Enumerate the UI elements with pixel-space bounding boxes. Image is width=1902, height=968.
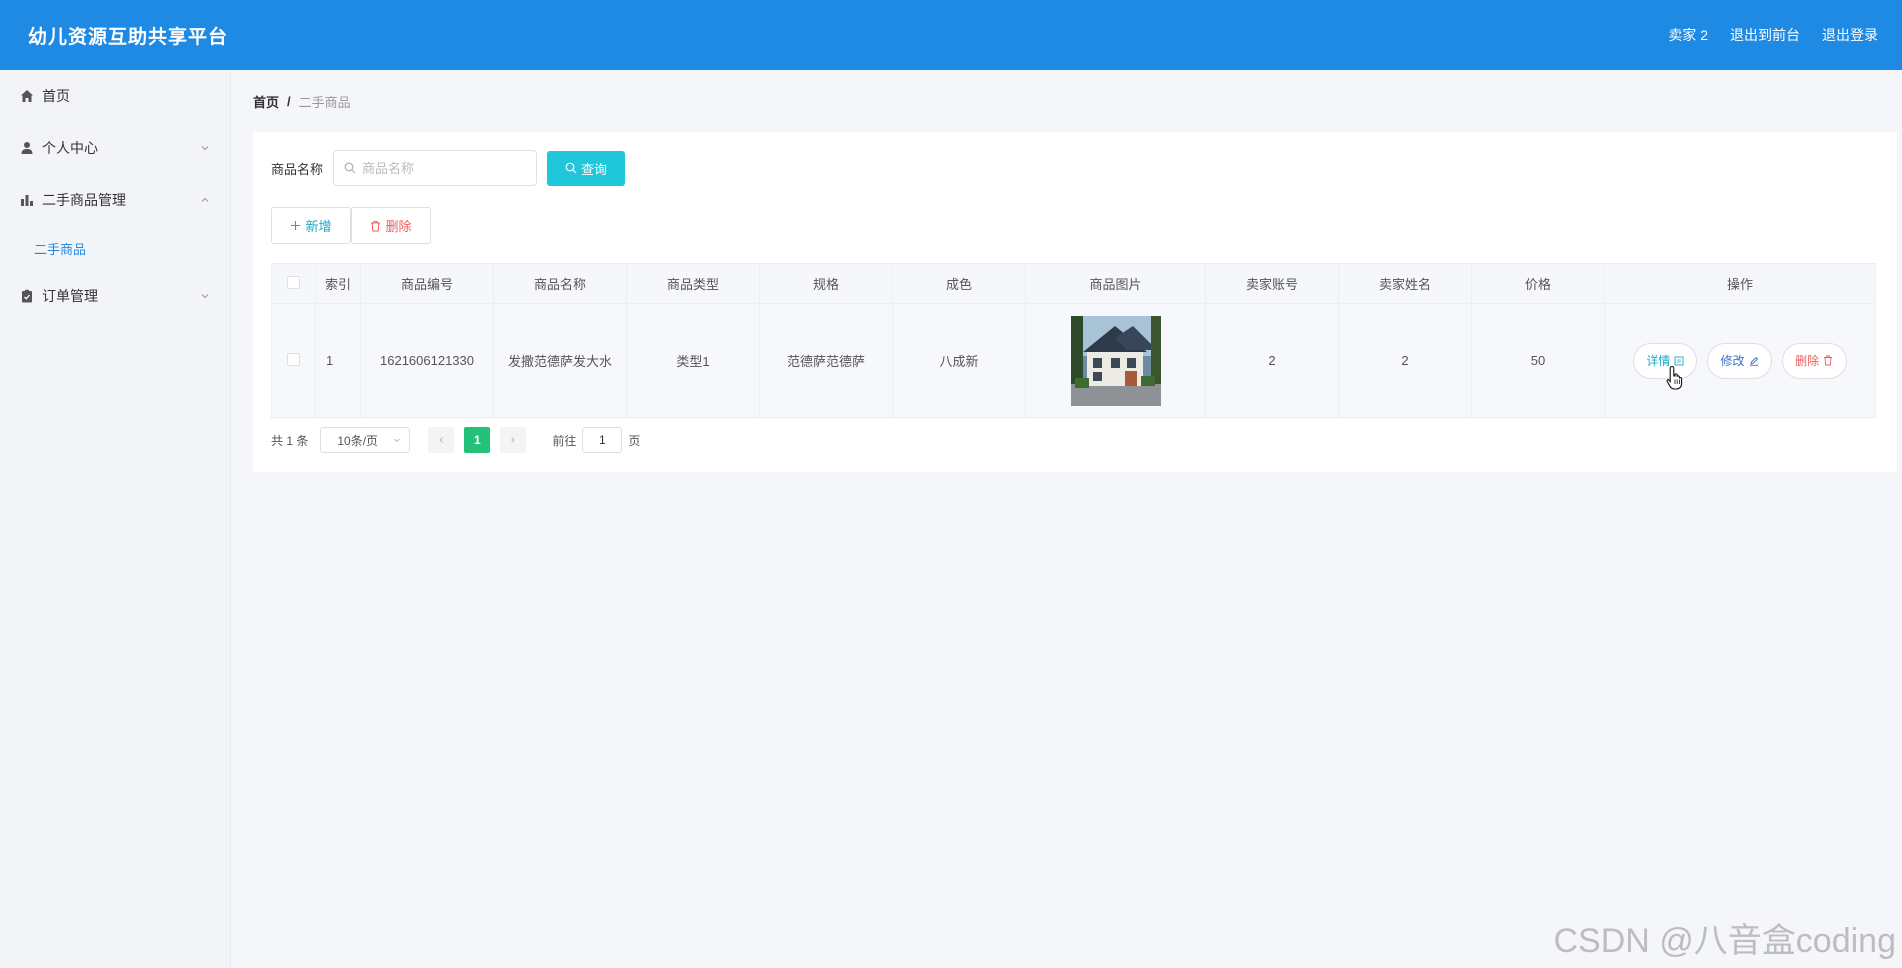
cell-seller-name: 2 xyxy=(1338,303,1472,418)
plus-icon xyxy=(291,221,301,230)
user-icon xyxy=(21,142,33,154)
clipboard-icon xyxy=(22,289,32,303)
main-content: 首页 / 二手商品 商品名称 查询 新增 删除 xyxy=(232,70,1902,968)
column-header: 价格 xyxy=(1471,263,1605,304)
chevron-left-icon xyxy=(439,437,444,443)
goto-page-input[interactable] xyxy=(582,427,623,453)
column-header: 卖家账号 xyxy=(1205,263,1339,304)
sidebar-item-home[interactable]: 首页 xyxy=(0,70,230,122)
table-row: 1 1621606121330 发撒范德萨发大水 类型1 范德萨范德萨 八成新 xyxy=(271,303,1876,418)
watermark: CSDN @八音盒coding xyxy=(1553,922,1897,960)
column-header: 卖家姓名 xyxy=(1338,263,1472,304)
column-header: 商品编号 xyxy=(360,263,494,304)
sidebar-item-secondhand-management[interactable]: 二手商品管理 xyxy=(0,174,230,226)
delete-button-label: 删除 xyxy=(385,219,412,234)
batch-delete-button[interactable]: 删除 xyxy=(351,207,431,244)
row-select[interactable] xyxy=(271,303,316,418)
sidebar-item-label: 订单管理 xyxy=(42,288,98,304)
chevron-up-icon xyxy=(201,197,209,202)
cell-condition: 八成新 xyxy=(892,303,1026,418)
cell-actions: 详情 修改 删除 xyxy=(1604,303,1876,418)
cell-name: 发撒范德萨发大水 xyxy=(493,303,627,418)
cell-code: 1621606121330 xyxy=(360,303,494,418)
sidebar-item-personal-center[interactable]: 个人中心 xyxy=(0,122,230,174)
breadcrumb-home[interactable]: 首页 xyxy=(253,92,279,111)
header-select-all[interactable] xyxy=(271,263,316,304)
row-delete-button[interactable]: 删除 xyxy=(1781,342,1847,379)
trash-icon xyxy=(371,220,381,231)
column-header: 索引 xyxy=(315,263,361,304)
column-header: 成色 xyxy=(892,263,1026,304)
page-number-current[interactable]: 1 xyxy=(464,427,491,453)
breadcrumb-current: 二手商品 xyxy=(298,95,351,110)
pagination-total: 共 1 条 xyxy=(271,433,309,448)
search-icon xyxy=(344,162,356,174)
sidebar-item-label: 首页 xyxy=(42,88,70,104)
edit-button-label: 修改 xyxy=(1720,354,1745,368)
column-header: 规格 xyxy=(759,263,893,304)
column-header: 商品名称 xyxy=(493,263,627,304)
sidebar-subitem-secondhand-goods[interactable]: 二手商品 xyxy=(0,226,230,270)
add-button-label: 新增 xyxy=(305,219,332,234)
search-button[interactable]: 查询 xyxy=(547,150,626,186)
column-header: 商品类型 xyxy=(626,263,760,304)
cell-image xyxy=(1025,303,1206,418)
trash-icon xyxy=(1824,355,1833,366)
prev-page-button[interactable] xyxy=(428,427,455,453)
content-card: 商品名称 查询 新增 删除 索引 xyxy=(253,132,1897,472)
breadcrumb-separator: / xyxy=(287,94,291,109)
row-checkbox[interactable] xyxy=(287,352,300,366)
goods-table: 索引 商品编号 商品名称 商品类型 规格 成色 商品图片 卖家账号 卖家姓名 价… xyxy=(271,263,1876,418)
exit-to-front-link[interactable]: 退出到前台 xyxy=(1730,25,1800,45)
chart-icon xyxy=(21,195,33,206)
table-header-row: 索引 商品编号 商品名称 商品类型 规格 成色 商品图片 卖家账号 卖家姓名 价… xyxy=(271,263,1876,304)
select-all-checkbox[interactable] xyxy=(287,275,300,289)
top-header: 幼儿资源互助共享平台 卖家 2 退出到前台 退出登录 xyxy=(0,0,1902,70)
sidebar-item-order-management[interactable]: 订单管理 xyxy=(0,270,230,322)
column-header: 商品图片 xyxy=(1025,263,1206,304)
document-icon xyxy=(1674,356,1684,365)
cell-index: 1 xyxy=(315,303,361,418)
search-input-box[interactable] xyxy=(333,150,538,186)
edit-icon xyxy=(1749,356,1758,366)
search-row: 商品名称 查询 xyxy=(271,150,626,186)
logout-link[interactable]: 退出登录 xyxy=(1822,25,1878,45)
chevron-down-icon xyxy=(201,146,209,151)
breadcrumb: 首页 / 二手商品 xyxy=(253,92,351,111)
cell-seller-account: 2 xyxy=(1205,303,1339,418)
search-input[interactable] xyxy=(362,160,523,176)
hand-cursor-icon xyxy=(1666,365,1683,390)
current-user[interactable]: 卖家 2 xyxy=(1668,25,1708,45)
column-header: 操作 xyxy=(1604,263,1876,304)
page-size-select[interactable]: 10条/页 xyxy=(320,427,411,453)
add-button[interactable]: 新增 xyxy=(271,207,351,244)
next-page-button[interactable] xyxy=(500,427,527,453)
chevron-down-icon xyxy=(394,438,401,443)
header-actions: 卖家 2 退出到前台 退出登录 xyxy=(1668,25,1878,45)
cell-type: 类型1 xyxy=(626,303,760,418)
sidebar-item-label: 个人中心 xyxy=(42,140,98,156)
page-unit-label: 页 xyxy=(628,433,641,448)
search-label: 商品名称 xyxy=(271,161,324,177)
edit-button[interactable]: 修改 xyxy=(1707,342,1772,379)
chevron-down-icon xyxy=(201,294,209,299)
sidebar: 首页 个人中心 二手商品管理 二手商品 订单管理 xyxy=(0,70,231,968)
toolbar: 新增 删除 xyxy=(271,207,431,244)
sidebar-item-label: 二手商品管理 xyxy=(42,192,126,208)
app-title: 幼儿资源互助共享平台 xyxy=(28,26,229,48)
search-icon xyxy=(565,162,577,174)
house-thumbnail[interactable] xyxy=(1070,315,1161,406)
pagination: 共 1 条 10条/页 1 前往 页 xyxy=(271,427,640,453)
page-size-value: 10条/页 xyxy=(337,433,379,448)
chevron-right-icon xyxy=(511,437,516,443)
search-button-label: 查询 xyxy=(581,161,608,177)
cell-spec: 范德萨范德萨 xyxy=(759,303,893,418)
goto-label: 前往 xyxy=(552,433,577,448)
cell-price: 50 xyxy=(1471,303,1605,418)
row-delete-button-label: 删除 xyxy=(1795,354,1820,368)
home-icon xyxy=(21,90,33,102)
